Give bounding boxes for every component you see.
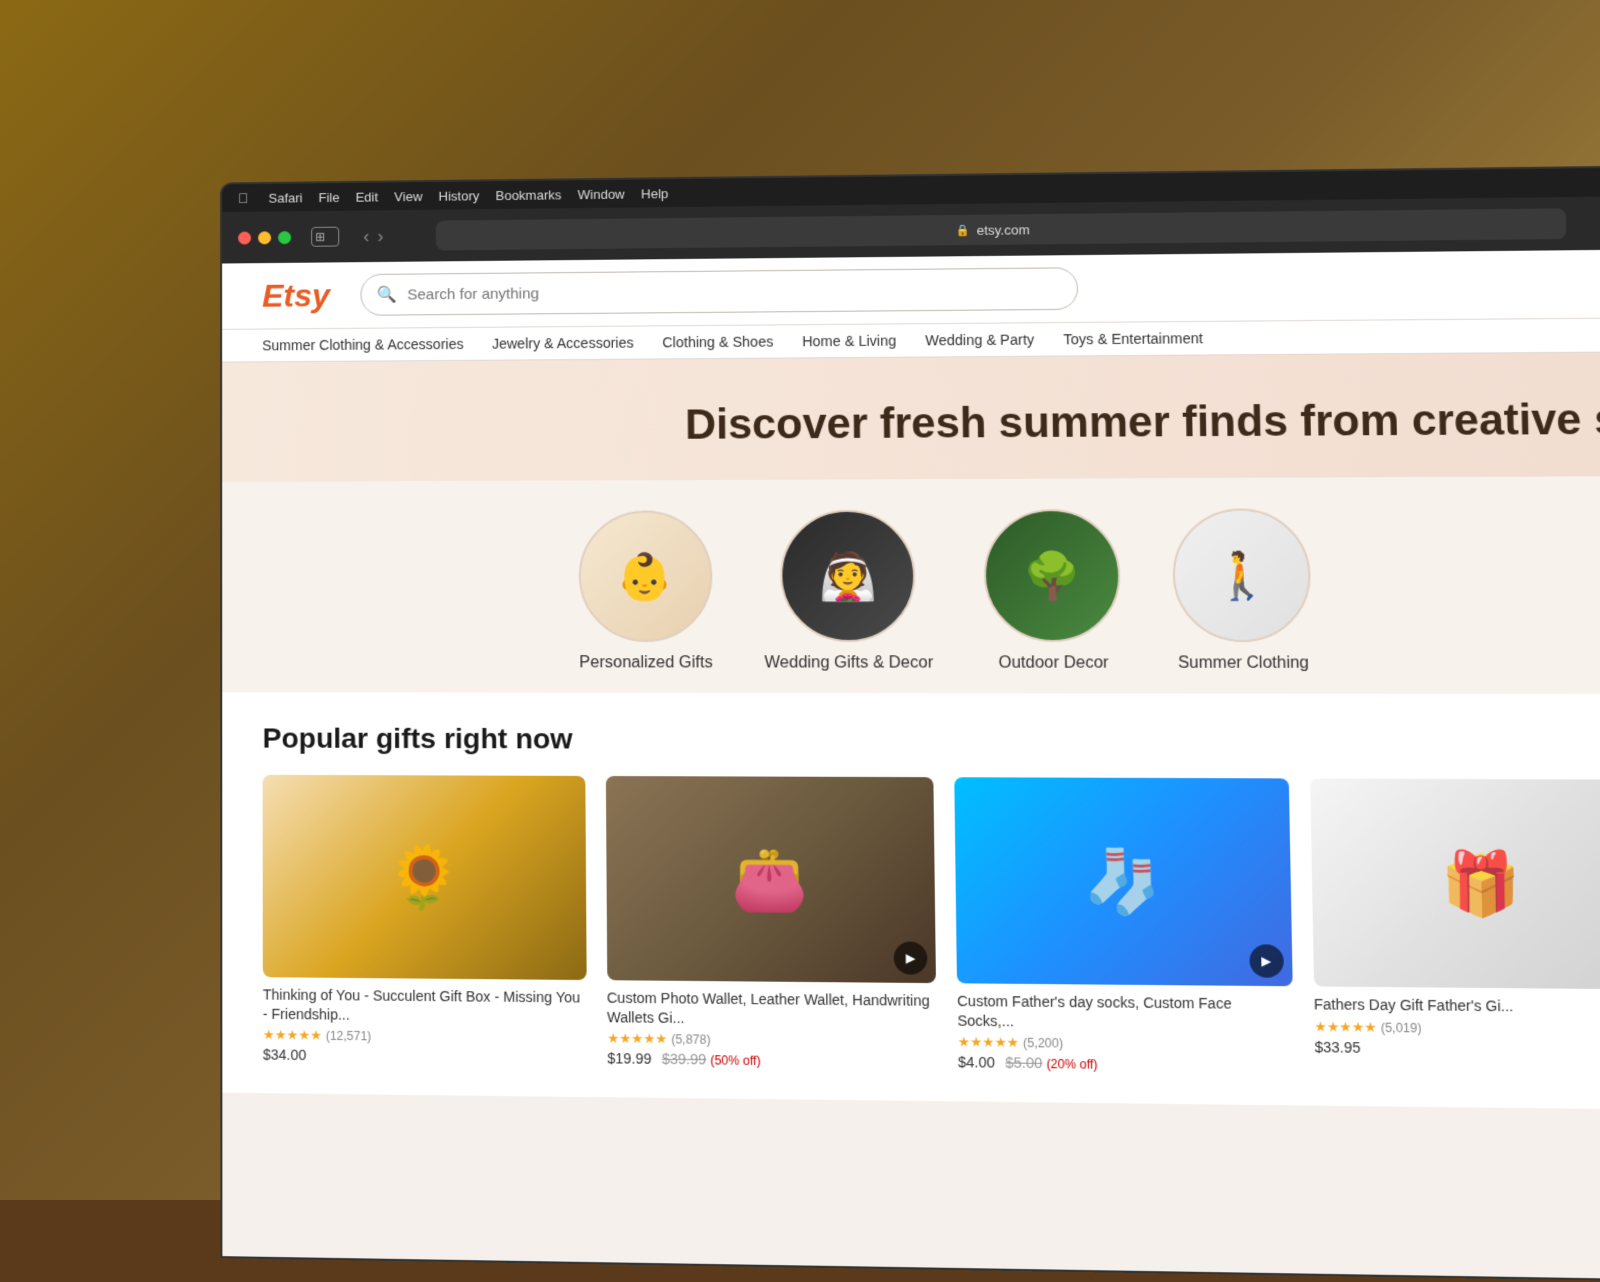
nav-clothing-shoes[interactable]: Clothing & Shoes: [662, 333, 773, 350]
categories-section: 👶 Personalized Gifts 👰 Wedding Gifts & D…: [222, 476, 1600, 694]
product-card-2[interactable]: 👛 ▶ Custom Photo Wallet, Leather Wallet,…: [605, 776, 937, 1069]
play-button-2[interactable]: ▶: [894, 942, 928, 975]
product-price-1: $34.00: [263, 1046, 587, 1066]
fullscreen-button[interactable]: [278, 231, 291, 244]
play-button-3[interactable]: ▶: [1249, 945, 1284, 979]
product-2-image-content: 👛: [731, 843, 809, 916]
products-grid: 🌻 Thinking of You - Succulent Gift Box -…: [263, 775, 1600, 1078]
address-bar[interactable]: 🔒 etsy.com: [436, 208, 1567, 250]
hero-banner: Discover fresh summer finds from creativ…: [222, 352, 1600, 482]
category-label-wedding: Wedding Gifts & Decor: [764, 655, 933, 673]
apple-logo: : [238, 190, 248, 206]
search-icon: 🔍: [377, 285, 397, 305]
menu-items: Safari File Edit View History Bookmarks …: [269, 186, 669, 206]
menu-file[interactable]: File: [319, 189, 340, 204]
product-image-4: 🎁: [1310, 779, 1600, 990]
menu-view[interactable]: View: [394, 189, 422, 204]
product-image-1: 🌻: [263, 775, 587, 980]
category-circle-wedding: 👰: [780, 510, 916, 642]
nav-arrows: ‹ ›: [363, 226, 383, 247]
menu-edit[interactable]: Edit: [356, 189, 379, 204]
product-discount-2: (50% off): [710, 1053, 761, 1068]
product-stars-1: ★★★★★ (12,571): [263, 1027, 587, 1047]
category-circle-summer: 🚶: [1172, 509, 1312, 643]
product-price-4: $33.95: [1315, 1038, 1600, 1058]
menu-bookmarks[interactable]: Bookmarks: [495, 187, 561, 203]
product-1-image-content: 🌻: [385, 841, 461, 914]
product-title-3: Custom Father's day socks, Custom Face S…: [957, 992, 1293, 1033]
product-image-2: 👛 ▶: [605, 776, 936, 983]
menu-help[interactable]: Help: [641, 186, 668, 201]
category-circle-outdoor: 🌳: [983, 509, 1121, 642]
sidebar-toggle[interactable]: ⊞: [311, 227, 339, 247]
product-4-image-content: 🎁: [1440, 846, 1522, 921]
search-input[interactable]: [407, 280, 1060, 303]
category-circle-personalized: 👶: [578, 511, 712, 643]
product-price-2: $19.99 $39.99 (50% off): [607, 1050, 937, 1070]
browser-content: Etsy 🔍 Summer Clothing & Accessories Jew…: [222, 249, 1600, 1280]
popular-section: Popular gifts right now 🌻 Thinking of Yo…: [222, 693, 1600, 1110]
search-bar[interactable]: 🔍: [360, 267, 1078, 316]
menu-window[interactable]: Window: [578, 186, 625, 201]
product-card-1[interactable]: 🌻 Thinking of You - Succulent Gift Box -…: [263, 775, 587, 1066]
nav-wedding[interactable]: Wedding & Party: [925, 331, 1034, 348]
product-price-original-3: $5.00: [1005, 1054, 1042, 1071]
menu-safari[interactable]: Safari: [269, 190, 303, 205]
product-stars-3: ★★★★★ (5,200): [958, 1034, 1294, 1054]
product-stars-2: ★★★★★ (5,878): [607, 1030, 937, 1050]
minimize-button[interactable]: [258, 231, 271, 244]
categories-grid: 👶 Personalized Gifts 👰 Wedding Gifts & D…: [262, 508, 1600, 674]
product-reviews-4: (5,019): [1381, 1020, 1422, 1035]
product-reviews-1: (12,571): [326, 1028, 372, 1043]
product-3-image-content: 🧦: [1082, 845, 1162, 919]
product-title-2: Custom Photo Wallet, Leather Wallet, Han…: [607, 989, 937, 1030]
product-card-4[interactable]: 🎁 Fathers Day Gift Father's Gi... ★★★★★ …: [1310, 779, 1600, 1078]
menu-history[interactable]: History: [438, 188, 479, 203]
nav-summer-clothing[interactable]: Summer Clothing & Accessories: [262, 336, 463, 353]
nav-jewelry[interactable]: Jewelry & Accessories: [492, 335, 634, 352]
forward-button[interactable]: ›: [377, 226, 383, 247]
close-button[interactable]: [238, 231, 251, 244]
back-button[interactable]: ‹: [363, 226, 369, 247]
hero-title: Discover fresh summer finds from creativ…: [282, 394, 1600, 453]
product-price-3: $4.00 $5.00 (20% off): [958, 1053, 1294, 1073]
product-price-original-2: $39.99: [662, 1050, 707, 1067]
lock-icon: 🔒: [956, 223, 970, 236]
product-reviews-2: (5,878): [671, 1032, 711, 1047]
product-image-3: 🧦 ▶: [954, 778, 1292, 987]
category-label-summer: Summer Clothing: [1178, 655, 1309, 674]
category-outdoor[interactable]: 🌳 Outdoor Decor: [983, 509, 1122, 673]
etsy-logo[interactable]: Etsy: [262, 277, 330, 314]
popular-section-title: Popular gifts right now: [263, 723, 1600, 759]
category-summer[interactable]: 🚶 Summer Clothing: [1172, 509, 1313, 674]
etsy-header: Etsy 🔍: [222, 249, 1600, 330]
nav-toys[interactable]: Toys & Entertainment: [1063, 330, 1203, 347]
category-wedding[interactable]: 👰 Wedding Gifts & Decor: [763, 510, 933, 673]
category-label-personalized: Personalized Gifts: [579, 655, 713, 673]
url-display: etsy.com: [976, 222, 1029, 238]
nav-home-living[interactable]: Home & Living: [802, 332, 896, 349]
product-reviews-3: (5,200): [1023, 1035, 1063, 1050]
traffic-lights: [238, 231, 291, 244]
product-stars-4: ★★★★★ (5,019): [1314, 1018, 1600, 1038]
product-card-3[interactable]: 🧦 ▶ Custom Father's day socks, Custom Fa…: [954, 778, 1294, 1074]
category-label-outdoor: Outdoor Decor: [998, 655, 1108, 674]
product-discount-3: (20% off): [1046, 1056, 1097, 1071]
product-title-4: Fathers Day Gift Father's Gi...: [1314, 995, 1600, 1017]
product-title-1: Thinking of You - Succulent Gift Box - M…: [263, 986, 587, 1026]
category-personalized[interactable]: 👶 Personalized Gifts: [578, 511, 713, 673]
